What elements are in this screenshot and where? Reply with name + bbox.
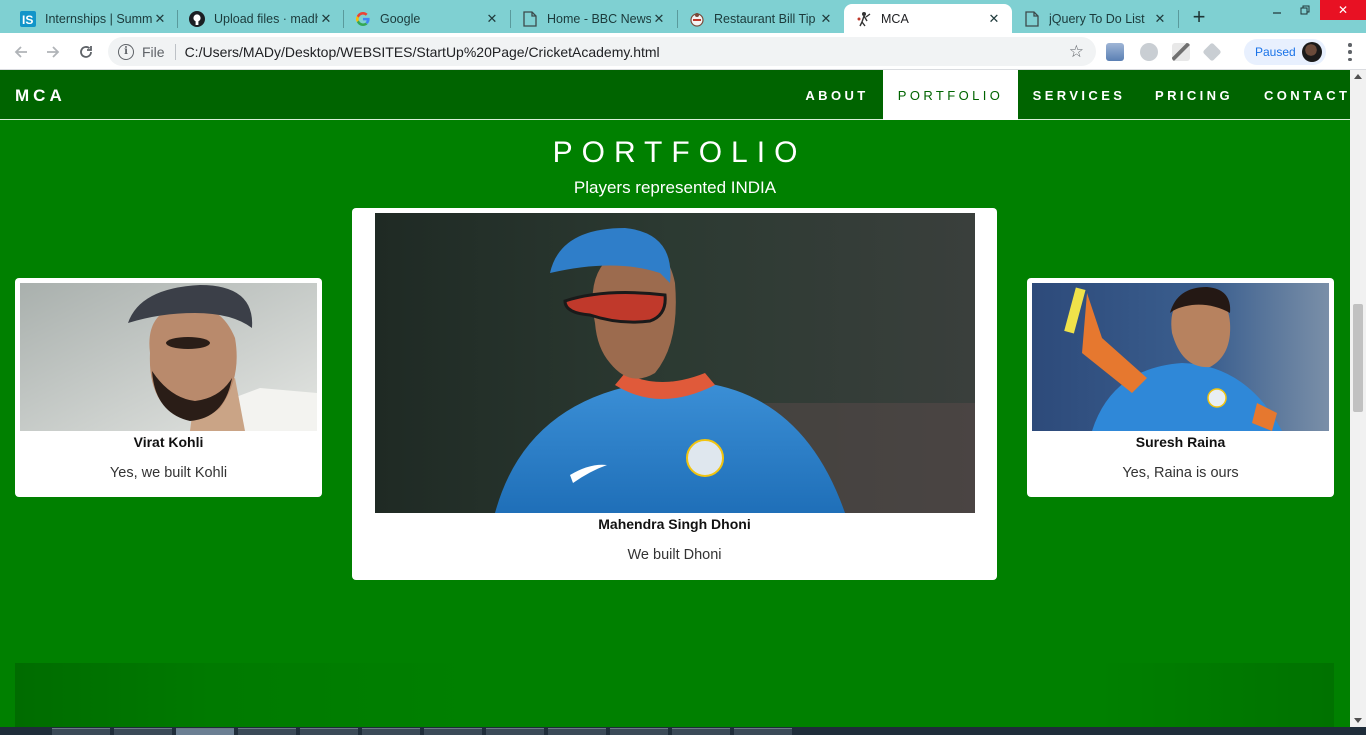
taskbar-item[interactable] <box>114 728 172 735</box>
bookmark-star-icon[interactable]: ☆ <box>1069 42 1084 62</box>
site-navbar: MCA ABOUT PORTFOLIO SERVICES PRICING CON… <box>0 70 1350 120</box>
site-info-icon[interactable]: i <box>118 43 134 60</box>
scroll-up-icon[interactable] <box>1354 74 1362 79</box>
player-name: Suresh Raina <box>1135 434 1226 450</box>
browser-tab-google[interactable]: Google ✕ <box>343 4 510 33</box>
tab-title: jQuery To Do List <box>1049 11 1145 26</box>
reload-icon[interactable] <box>73 39 99 65</box>
player-caption: Yes, Raina is ours <box>1122 465 1239 481</box>
os-taskbar <box>0 727 1366 735</box>
address-divider <box>174 43 176 60</box>
close-tab-icon[interactable]: ✕ <box>818 11 834 27</box>
google-icon <box>355 11 371 27</box>
player-photo-kohli <box>20 283 317 431</box>
restaurant-icon <box>689 11 705 27</box>
portfolio-title: PORTFOLIO <box>552 136 807 169</box>
tag-icon[interactable] <box>1202 42 1222 62</box>
profile-status: Paused <box>1255 45 1296 59</box>
close-tab-icon[interactable]: ✕ <box>986 11 1002 27</box>
taskbar-item[interactable] <box>548 728 606 735</box>
taskbar-item[interactable] <box>52 728 110 735</box>
taskbar-item[interactable] <box>362 728 420 735</box>
scroll-down-icon[interactable] <box>1354 718 1362 723</box>
minimize-window-icon[interactable] <box>1262 0 1292 20</box>
tab-title: Internships | Summ <box>45 11 152 26</box>
player-photo-dhoni <box>375 213 975 513</box>
address-scheme: File <box>142 43 165 60</box>
taskbar-item[interactable] <box>238 728 296 735</box>
profile-paused-button[interactable]: Paused <box>1244 39 1326 65</box>
browser-tab-github[interactable]: Upload files · madh ✕ <box>177 4 344 33</box>
new-tab-button[interactable]: + <box>1186 4 1212 30</box>
cricket-icon <box>856 11 872 27</box>
taskbar-item[interactable] <box>300 728 358 735</box>
browser-menu-icon[interactable] <box>1343 43 1357 61</box>
tab-separator <box>1178 10 1179 28</box>
tab-title: Restaurant Bill Tip C <box>714 11 818 26</box>
close-tab-icon[interactable]: ✕ <box>152 11 168 27</box>
nav-link-services[interactable]: SERVICES <box>1018 70 1140 120</box>
extension-puzzle-icon[interactable] <box>1140 43 1158 61</box>
page-viewport: MCA ABOUT PORTFOLIO SERVICES PRICING CON… <box>0 70 1350 727</box>
player-caption: We built Dhoni <box>627 547 722 563</box>
nav-link-contact[interactable]: CONTACT <box>1248 70 1350 120</box>
close-tab-icon[interactable]: ✕ <box>1152 11 1168 27</box>
browser-tab-jquery-todo[interactable]: jQuery To Do List ✕ <box>1012 4 1178 33</box>
taskbar-item[interactable] <box>734 728 792 735</box>
back-icon[interactable] <box>8 39 34 65</box>
player-caption: Yes, we built Kohli <box>109 465 228 481</box>
forward-icon[interactable] <box>40 39 66 65</box>
close-tab-icon[interactable]: ✕ <box>484 11 500 27</box>
eyedropper-icon[interactable] <box>1172 43 1190 61</box>
nav-link-pricing[interactable]: PRICING <box>1140 70 1248 120</box>
tab-title: Google <box>380 11 421 26</box>
extension-gallery-icon[interactable] <box>1106 43 1124 61</box>
player-photo-raina <box>1032 283 1329 431</box>
github-icon <box>189 10 205 27</box>
page-icon <box>1024 10 1040 27</box>
browser-tab-strip: IS Internships | Summ ✕ Upload files · m… <box>0 0 1366 33</box>
portfolio-subtitle: Players represented INDIA <box>573 178 777 197</box>
page-scrollbar[interactable] <box>1350 70 1366 727</box>
player-name: Virat Kohli <box>133 434 204 450</box>
close-window-icon[interactable]: ✕ <box>1320 0 1366 20</box>
nav-link-about[interactable]: ABOUT <box>792 70 882 120</box>
player-card-kohli: Virat Kohli Yes, we built Kohli <box>15 278 322 497</box>
browser-toolbar: i File C:/Users/MADy/Desktop/WEBSITES/St… <box>0 33 1366 70</box>
taskbar-item[interactable] <box>424 728 482 735</box>
internshala-icon: IS <box>20 10 36 27</box>
browser-tab-mca[interactable]: MCA ✕ <box>844 4 1012 33</box>
close-tab-icon[interactable]: ✕ <box>651 11 667 27</box>
taskbar-item[interactable] <box>176 728 234 735</box>
next-section-banner <box>15 663 1334 727</box>
browser-tab-internships[interactable]: IS Internships | Summ ✕ <box>8 4 178 33</box>
player-card-raina: Suresh Raina Yes, Raina is ours <box>1027 278 1334 497</box>
address-url: C:/Users/MADy/Desktop/WEBSITES/StartUp%2… <box>184 43 660 60</box>
address-bar[interactable]: i File C:/Users/MADy/Desktop/WEBSITES/St… <box>108 37 1096 66</box>
restore-window-icon[interactable] <box>1290 0 1320 20</box>
nav-link-portfolio[interactable]: PORTFOLIO <box>883 70 1018 120</box>
tab-title: Home - BBC News <box>547 11 651 26</box>
svg-text:IS: IS <box>22 13 33 27</box>
page-icon <box>522 10 538 27</box>
player-name: Mahendra Singh Dhoni <box>598 516 751 532</box>
taskbar-item[interactable] <box>610 728 668 735</box>
avatar <box>1302 42 1322 62</box>
close-tab-icon[interactable]: ✕ <box>318 11 334 27</box>
site-brand[interactable]: MCA <box>15 86 66 106</box>
taskbar-item[interactable] <box>486 728 544 735</box>
tab-title: MCA <box>881 11 909 26</box>
browser-tab-bbc[interactable]: Home - BBC News ✕ <box>510 4 677 33</box>
player-card-dhoni: Mahendra Singh Dhoni We built Dhoni <box>352 208 997 580</box>
scrollbar-thumb[interactable] <box>1353 304 1363 412</box>
browser-tab-restaurant[interactable]: Restaurant Bill Tip C ✕ <box>677 4 844 33</box>
taskbar-item[interactable] <box>672 728 730 735</box>
tab-title: Upload files · madh <box>214 11 318 26</box>
